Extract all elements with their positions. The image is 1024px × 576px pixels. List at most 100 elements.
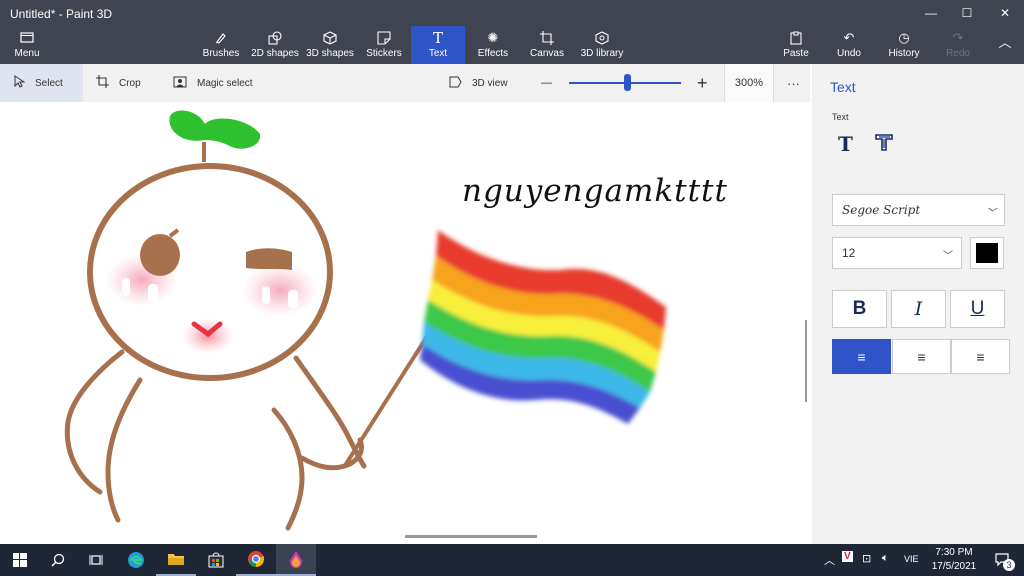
underline-button[interactable]: U <box>950 290 1005 328</box>
canvas-label: Canvas <box>530 48 564 59</box>
chevron-down-icon: ﹀ <box>943 251 953 262</box>
redo-icon: ↷ <box>952 30 964 45</box>
crop-button[interactable]: Crop <box>96 64 141 102</box>
task-view-icon[interactable] <box>76 544 116 576</box>
sticker-icon <box>377 31 391 45</box>
font-size-dropdown[interactable]: 12 ﹀ <box>832 237 962 269</box>
3d-shapes-button[interactable]: 3D shapes <box>306 26 354 64</box>
magic-select-icon <box>173 76 187 91</box>
canvas-icon <box>540 31 554 45</box>
zoom-slider-thumb[interactable] <box>624 74 632 91</box>
minimize-button[interactable]: — <box>912 0 950 26</box>
3d-text-icon[interactable] <box>874 132 894 157</box>
character-head <box>87 163 333 381</box>
3d-view-button[interactable]: 3D view <box>449 64 508 102</box>
text-icon: T <box>432 29 443 47</box>
menu-folder-icon <box>20 31 34 45</box>
3d-library-icon <box>595 31 609 45</box>
zoom-out-button[interactable]: — <box>541 64 552 102</box>
align-center-icon: ≡ <box>917 348 926 365</box>
drawing-canvas[interactable]: nguyengamktttt <box>0 102 810 544</box>
clock-date: 17/5/2021 <box>931 561 977 572</box>
brushes-button[interactable]: Brushes <box>200 26 242 64</box>
chevron-up-icon: ︿ <box>998 35 1012 50</box>
font-family-dropdown[interactable]: Segoe Script ﹀ <box>832 194 1005 226</box>
network-icon[interactable]: ⊡ <box>862 552 871 565</box>
3d-view-label: 3D view <box>472 77 508 89</box>
text-tool-button[interactable]: T Text <box>411 26 465 64</box>
sprout-leaf <box>169 110 261 162</box>
effects-label: Effects <box>477 48 509 59</box>
3d-shapes-label: 3D shapes <box>306 48 354 59</box>
edge-icon[interactable] <box>116 544 156 576</box>
close-button[interactable]: ✕ <box>986 0 1024 26</box>
canvas-text-object[interactable]: nguyengamktttt <box>462 173 728 209</box>
ribbon: Menu Brushes 2D shapes 3D shapes Sticker… <box>0 26 1024 64</box>
canvas-artwork: nguyengamktttt <box>64 110 728 531</box>
chevron-up-icon[interactable]: ︿ <box>824 552 835 568</box>
3d-library-label: 3D library <box>580 48 624 59</box>
horizontal-scrollbar[interactable] <box>405 535 537 538</box>
collapse-ribbon-button[interactable]: ︿ <box>990 26 1020 64</box>
font-size-value: 12 <box>842 246 856 260</box>
notification-count: 3 <box>1003 559 1015 571</box>
paste-button[interactable]: Paste <box>779 26 813 64</box>
text-tool-label: Text <box>428 48 448 59</box>
vertical-scrollbar[interactable] <box>805 320 807 402</box>
text-color-swatch[interactable] <box>970 237 1004 269</box>
2d-text-icon[interactable]: T <box>838 132 853 156</box>
redo-button[interactable]: ↷ Redo <box>942 26 974 64</box>
more-options-button[interactable]: ··· <box>787 64 800 102</box>
effects-button[interactable]: ✺ Effects <box>474 26 512 64</box>
select-button[interactable]: Select <box>0 64 83 102</box>
clock-time: 7:30 PM <box>935 547 973 558</box>
text-properties-panel: Text Text T Segoe Script ﹀ 12 ﹀ B I U ≡ … <box>812 64 1024 544</box>
stickers-button[interactable]: Stickers <box>364 26 404 64</box>
align-right-icon: ≡ <box>976 348 985 365</box>
search-icon[interactable] <box>38 544 78 576</box>
menu-label: Menu <box>14 48 40 59</box>
magic-select-label: Magic select <box>197 77 253 89</box>
chrome-icon[interactable] <box>236 544 276 576</box>
crop-icon <box>96 75 109 91</box>
maximize-button[interactable]: ☐ <box>948 0 986 26</box>
font-family-value: Segoe Script <box>842 203 921 217</box>
undo-button[interactable]: ↶ Undo <box>832 26 866 64</box>
zoom-in-button[interactable]: + <box>697 64 708 102</box>
menu-button[interactable]: Menu <box>0 26 54 64</box>
notification-center-icon[interactable]: 3 <box>988 544 1018 576</box>
bold-button[interactable]: B <box>832 290 887 328</box>
text-section-label: Text <box>832 112 849 122</box>
panel-title: Text <box>830 79 856 95</box>
antivirus-tray-icon[interactable]: V <box>842 551 853 562</box>
3d-shapes-icon <box>323 31 337 45</box>
paste-label: Paste <box>783 48 809 59</box>
paint-3d-icon[interactable] <box>276 544 316 576</box>
store-icon[interactable] <box>196 544 236 576</box>
3d-view-icon <box>449 76 462 91</box>
input-language[interactable]: VIE <box>904 554 919 564</box>
history-icon: ◷ <box>898 30 910 45</box>
italic-button[interactable]: I <box>891 290 946 328</box>
2d-shapes-icon <box>268 31 282 45</box>
title-bar: Untitled* - Paint 3D — ☐ ✕ <box>0 0 1024 26</box>
canvas-button[interactable]: Canvas <box>528 26 566 64</box>
align-left-button[interactable]: ≡ <box>832 339 891 374</box>
rainbow-flag <box>420 230 666 424</box>
system-clock[interactable]: 7:30 PM 17/5/2021 <box>926 546 982 574</box>
undo-label: Undo <box>837 48 861 59</box>
window-title: Untitled* - Paint 3D <box>10 7 113 21</box>
align-left-icon: ≡ <box>857 348 866 365</box>
crop-label: Crop <box>119 77 141 89</box>
volume-icon[interactable]: 🔈︎ <box>882 552 889 565</box>
windows-start-icon[interactable] <box>0 544 40 576</box>
3d-library-button[interactable]: 3D library <box>578 26 626 64</box>
magic-select-button[interactable]: Magic select <box>173 64 253 102</box>
file-explorer-icon[interactable] <box>156 544 196 576</box>
history-button[interactable]: ◷ History <box>886 26 922 64</box>
2d-shapes-button[interactable]: 2D shapes <box>250 26 300 64</box>
align-right-button[interactable]: ≡ <box>951 339 1010 374</box>
align-center-button[interactable]: ≡ <box>892 339 951 374</box>
effects-icon: ✺ <box>487 30 499 45</box>
zoom-level[interactable]: 300% <box>724 64 774 102</box>
